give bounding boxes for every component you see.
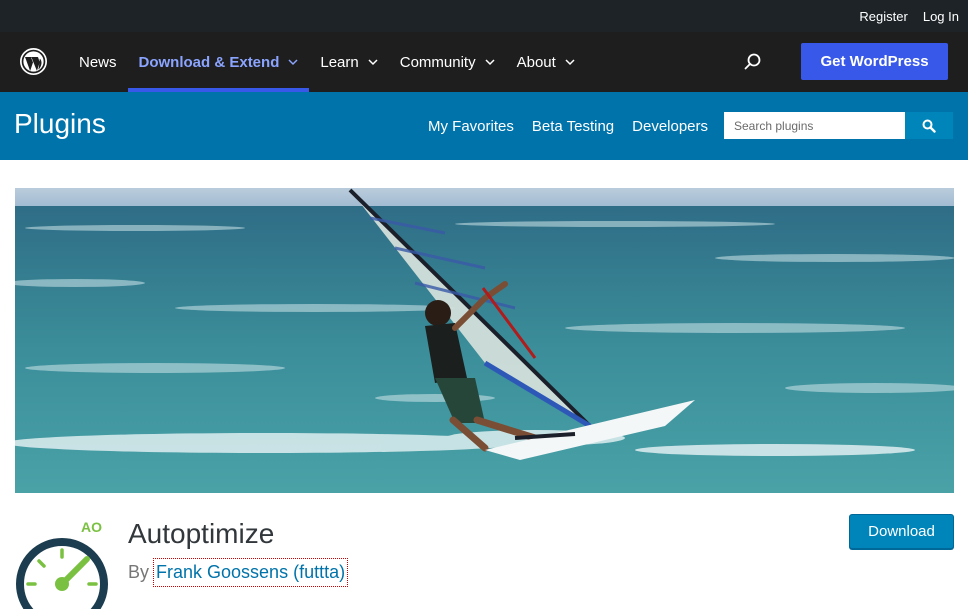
search-icon[interactable]	[743, 52, 763, 72]
nav-item-label: About	[516, 53, 556, 71]
nav-item-download-extend[interactable]: Download & Extend	[127, 32, 310, 92]
plugin-search-form	[724, 112, 953, 139]
chevron-down-icon	[485, 59, 495, 66]
author-link[interactable]: Frank Goossens (futtta)	[153, 558, 349, 587]
nav-item-about[interactable]: About	[506, 32, 586, 92]
account-links: Register Log In	[859, 0, 959, 32]
search-input[interactable]	[724, 112, 905, 139]
register-link[interactable]: Register	[859, 9, 907, 24]
beta-testing-link[interactable]: Beta Testing	[532, 118, 614, 135]
developers-link[interactable]: Developers	[632, 118, 708, 135]
windsurfer-illustration	[15, 188, 954, 493]
plugin-byline: By Frank Goossens (futtta)	[128, 558, 349, 587]
plugins-header: Plugins My Favorites Beta Testing Develo…	[0, 92, 968, 160]
nav-menu: News Download & Extend Learn Community A…	[68, 32, 586, 92]
by-label: By	[128, 562, 150, 582]
nav-item-label: Learn	[320, 53, 359, 71]
utility-bar: Register Log In	[0, 0, 968, 32]
nav-item-community[interactable]: Community	[389, 32, 506, 92]
main-nav: News Download & Extend Learn Community A…	[0, 32, 968, 92]
nav-item-label: News	[79, 53, 117, 71]
plugin-title: Autoptimize	[128, 518, 275, 549]
chevron-down-icon	[368, 59, 378, 66]
plugins-subnav: My Favorites Beta Testing Developers	[428, 92, 708, 160]
search-button[interactable]	[905, 112, 953, 139]
search-icon	[922, 119, 936, 133]
my-favorites-link[interactable]: My Favorites	[428, 118, 514, 135]
wordpress-logo-icon[interactable]	[20, 48, 47, 75]
page-title[interactable]: Plugins	[14, 108, 106, 140]
get-wordpress-button[interactable]: Get WordPress	[801, 43, 948, 80]
nav-item-label: Download & Extend	[138, 53, 280, 71]
nav-item-label: Community	[399, 53, 476, 71]
nav-item-learn[interactable]: Learn	[309, 32, 388, 92]
chevron-down-icon	[565, 59, 575, 66]
download-button[interactable]: Download	[849, 514, 954, 549]
logo-text: AO	[81, 519, 102, 535]
nav-item-news[interactable]: News	[68, 32, 128, 92]
plugin-banner-image	[15, 188, 954, 493]
autoptimize-logo-icon: AO	[15, 516, 110, 615]
chevron-down-icon	[288, 59, 298, 66]
login-link[interactable]: Log In	[923, 9, 959, 24]
